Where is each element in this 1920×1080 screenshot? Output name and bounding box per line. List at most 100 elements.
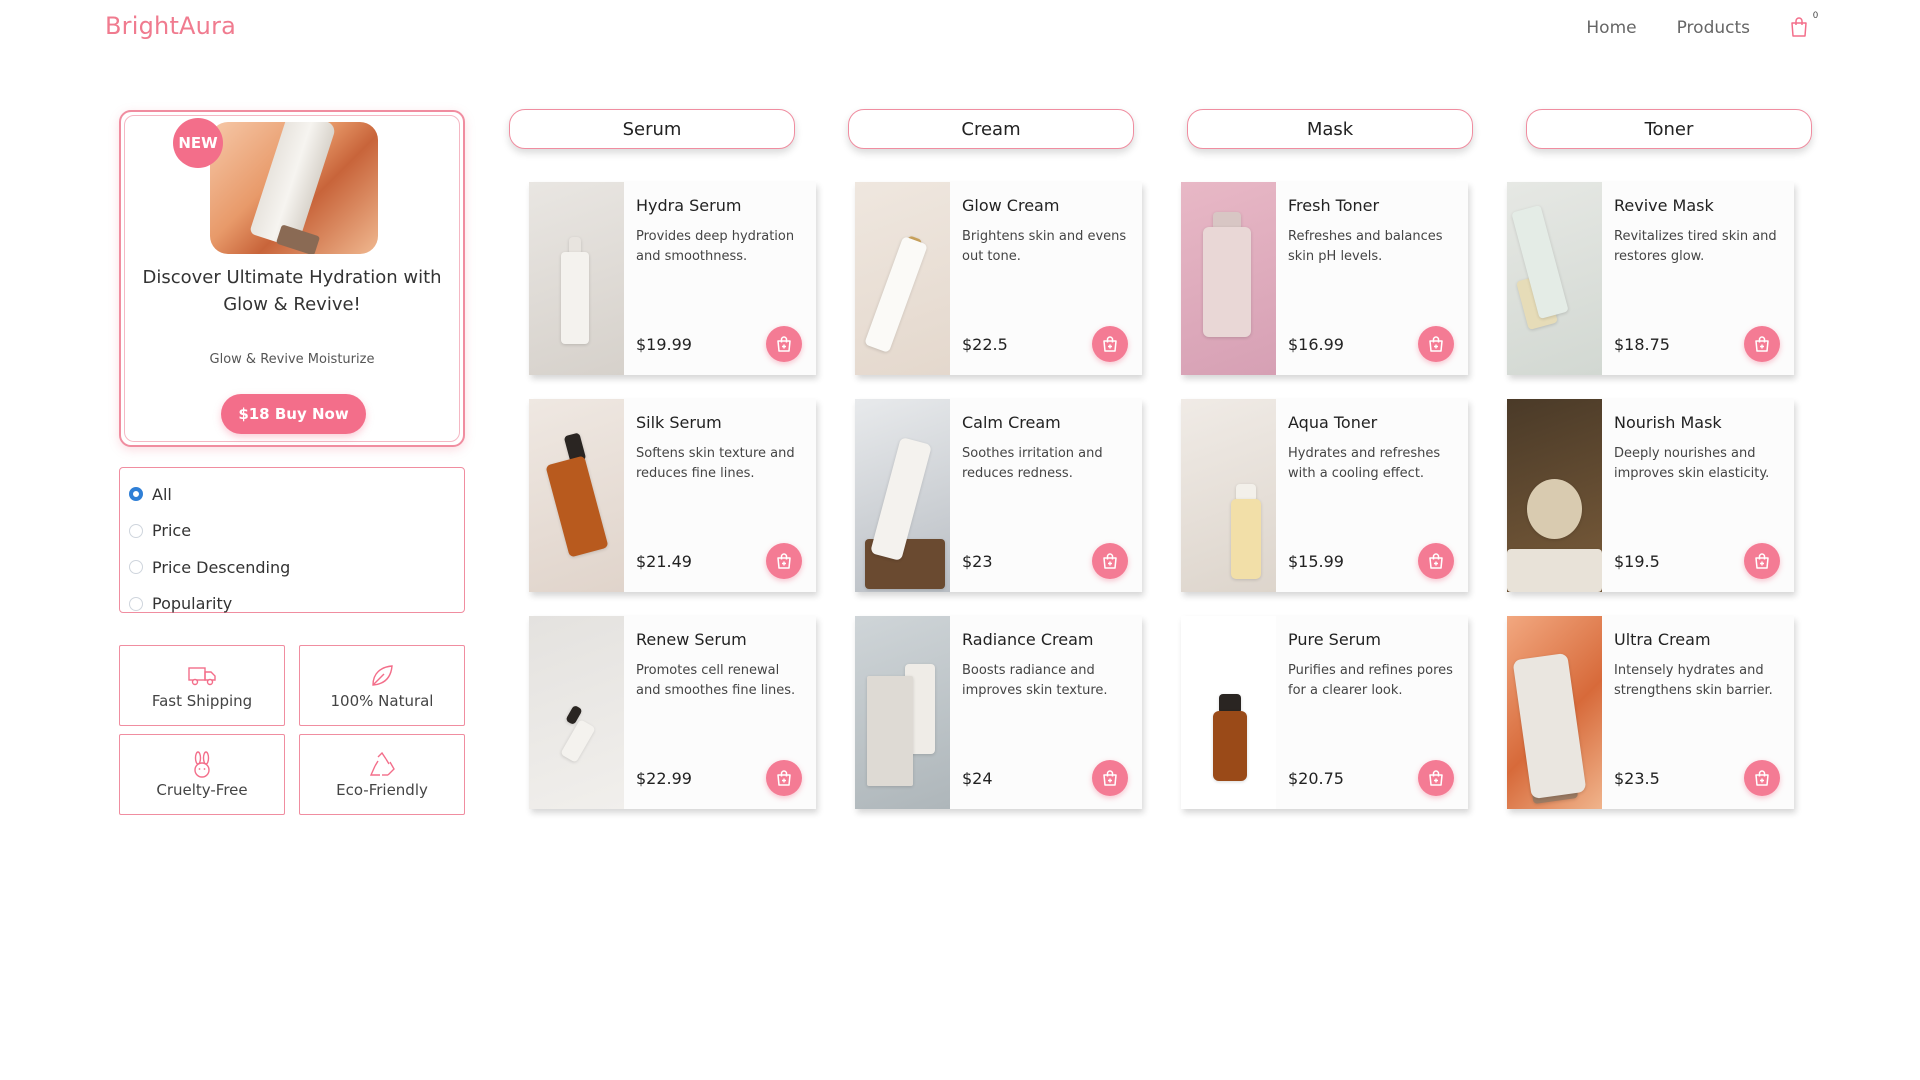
add-to-cart-button[interactable] (1418, 543, 1454, 579)
product-image[interactable] (1181, 182, 1276, 375)
add-to-cart-button[interactable] (1092, 326, 1128, 362)
product-price: $22.5 (962, 335, 1008, 354)
product-card[interactable]: Ultra Cream Intensely hydrates and streng… (1507, 616, 1794, 809)
product-card[interactable]: Hydra Serum Provides deep hydration and s… (529, 182, 816, 375)
product-description: Revitalizes tired skin and restores glow… (1614, 229, 1777, 264)
product-image[interactable] (1181, 399, 1276, 592)
add-to-cart-button[interactable] (1744, 326, 1780, 362)
cart-button[interactable]: 0 (1790, 10, 1818, 40)
radio-button[interactable] (129, 487, 143, 502)
product-name[interactable]: Calm Cream (962, 413, 1061, 432)
bottle-shape (864, 236, 928, 353)
product-name[interactable]: Revive Mask (1614, 196, 1714, 215)
product-card[interactable]: Aqua Toner Hydrates and refreshes with a … (1181, 399, 1468, 592)
product-card[interactable]: Calm Cream Soothes irritation and reduces… (855, 399, 1142, 592)
product-name[interactable]: Silk Serum (636, 413, 722, 432)
product-card[interactable]: Radiance Cream Boosts radiance and improv… (855, 616, 1142, 809)
product-price: $18.75 (1614, 335, 1670, 354)
tab-mask[interactable]: Mask (1187, 109, 1473, 149)
new-badge: NEW (173, 118, 223, 168)
product-price: $19.99 (636, 335, 692, 354)
product-name[interactable]: Fresh Toner (1288, 196, 1379, 215)
product-description: Refreshes and balances skin pH levels. (1288, 229, 1443, 264)
promo-product-image (210, 122, 378, 254)
product-description: Softens skin texture and reduces fine li… (636, 446, 795, 481)
feature-fast-shipping: Fast Shipping (119, 645, 285, 726)
radio-button[interactable] (129, 596, 143, 611)
product-card[interactable]: Silk Serum Softens skin texture and reduc… (529, 399, 816, 592)
product-price: $16.99 (1288, 335, 1344, 354)
cart-count: 0 (1812, 10, 1818, 20)
product-image[interactable] (855, 399, 950, 592)
product-description: Hydrates and refreshes with a cooling ef… (1288, 446, 1441, 481)
add-to-cart-button[interactable] (1092, 543, 1128, 579)
radio-button[interactable] (129, 523, 143, 538)
product-name[interactable]: Pure Serum (1288, 630, 1381, 649)
product-image[interactable] (529, 616, 624, 809)
feature-label: Eco-Friendly (336, 780, 428, 799)
filter-option-popularity[interactable]: Popularity (120, 586, 464, 623)
product-name[interactable]: Renew Serum (636, 630, 747, 649)
product-image[interactable] (1507, 616, 1602, 809)
product-image[interactable] (855, 182, 950, 375)
product-price: $20.75 (1288, 769, 1344, 788)
add-to-cart-button[interactable] (766, 326, 802, 362)
filter-option-all[interactable]: All (120, 476, 464, 513)
cart-add-icon (1429, 336, 1443, 352)
product-image[interactable] (529, 399, 624, 592)
product-price: $21.49 (636, 552, 692, 571)
cart-add-icon (1755, 336, 1769, 352)
tab-serum[interactable]: Serum (509, 109, 795, 149)
cart-add-icon (1755, 770, 1769, 786)
product-card[interactable]: Nourish Mask Deeply nourishes and improve… (1507, 399, 1794, 592)
feature-label: Cruelty-Free (156, 780, 248, 799)
tab-toner[interactable]: Toner (1526, 109, 1812, 149)
bottle-shape (1527, 479, 1582, 539)
recycle-icon (368, 751, 396, 779)
leaf-icon (369, 662, 395, 690)
buy-now-button[interactable]: $18 Buy Now (221, 394, 366, 434)
product-description: Brightens skin and evens out tone. (962, 229, 1127, 264)
filter-option-price-descending[interactable]: Price Descending (120, 549, 464, 586)
feature-cruelty-free: Cruelty-Free (119, 734, 285, 815)
add-to-cart-button[interactable] (1744, 760, 1780, 796)
bottle-shape (545, 455, 609, 558)
product-name[interactable]: Glow Cream (962, 196, 1059, 215)
product-name[interactable]: Hydra Serum (636, 196, 741, 215)
product-image[interactable] (1181, 616, 1276, 809)
product-card[interactable]: Glow Cream Brightens skin and evens out t… (855, 182, 1142, 375)
brand-logo[interactable]: BrightAura (105, 12, 236, 40)
product-image[interactable] (1507, 399, 1602, 592)
radio-button[interactable] (129, 560, 143, 575)
product-name[interactable]: Radiance Cream (962, 630, 1093, 649)
product-card[interactable]: Revive Mask Revitalizes tired skin and re… (1507, 182, 1794, 375)
product-price: $15.99 (1288, 552, 1344, 571)
add-to-cart-button[interactable] (766, 760, 802, 796)
product-name[interactable]: Aqua Toner (1288, 413, 1377, 432)
product-card[interactable]: Pure Serum Purifies and refines pores for… (1181, 616, 1468, 809)
cart-add-icon (1103, 770, 1117, 786)
product-description: Provides deep hydration and smoothness. (636, 229, 795, 264)
filter-option-price[interactable]: Price (120, 513, 464, 550)
add-to-cart-button[interactable] (1418, 326, 1454, 362)
nav-home[interactable]: Home (1586, 18, 1636, 38)
product-card[interactable]: Renew Serum Promotes cell renewal and smo… (529, 616, 816, 809)
tab-cream[interactable]: Cream (848, 109, 1134, 149)
product-card[interactable]: Fresh Toner Refreshes and balances skin p… (1181, 182, 1468, 375)
product-description: Promotes cell renewal and smoothes fine … (636, 663, 796, 698)
promo-title: Discover Ultimate Hydration with Glow & … (142, 267, 442, 315)
product-name[interactable]: Nourish Mask (1614, 413, 1722, 432)
add-to-cart-button[interactable] (1418, 760, 1454, 796)
feature-eco-friendly: Eco-Friendly (299, 734, 465, 815)
product-image[interactable] (855, 616, 950, 809)
add-to-cart-button[interactable] (1744, 543, 1780, 579)
product-price: $22.99 (636, 769, 692, 788)
add-to-cart-button[interactable] (766, 543, 802, 579)
product-name[interactable]: Ultra Cream (1614, 630, 1711, 649)
product-image[interactable] (1507, 182, 1602, 375)
cart-add-icon (777, 553, 791, 569)
product-price: $24 (962, 769, 993, 788)
add-to-cart-button[interactable] (1092, 760, 1128, 796)
product-image[interactable] (529, 182, 624, 375)
nav-products[interactable]: Products (1677, 18, 1750, 38)
